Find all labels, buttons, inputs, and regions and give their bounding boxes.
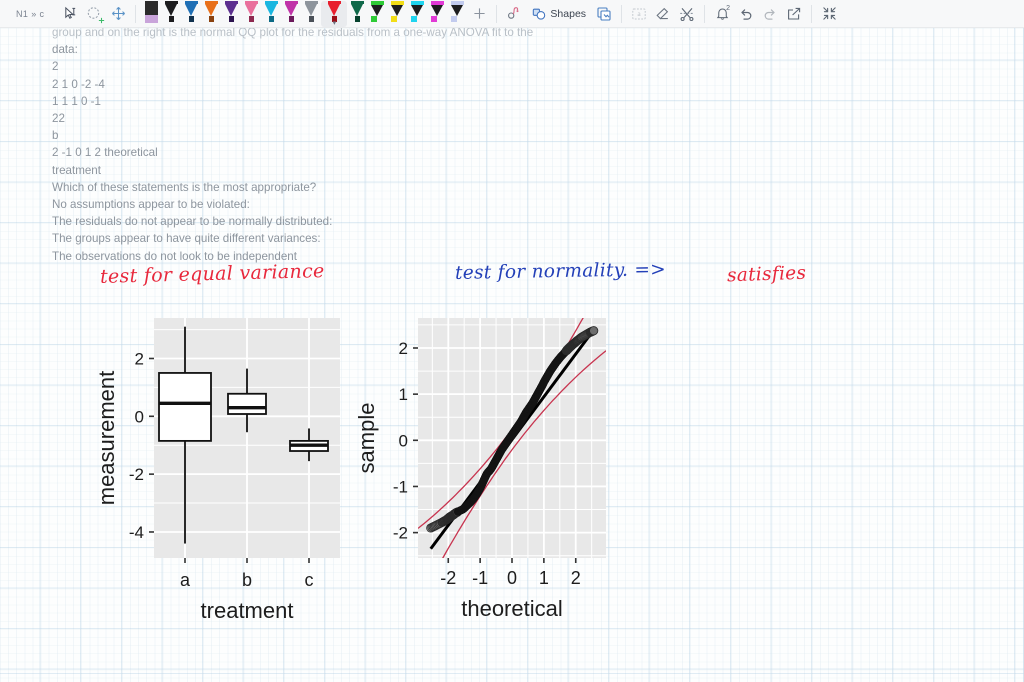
qq-ytick-label: 0 (399, 431, 408, 450)
pen-orange[interactable] (201, 0, 221, 27)
select-text-tool[interactable] (58, 2, 82, 26)
lasso-tool[interactable] (82, 2, 106, 26)
toolbar-divider-4 (704, 4, 706, 23)
pen-red[interactable]: ▾ (321, 0, 348, 27)
doc-line-13: The observations do not look to be indep… (52, 249, 297, 263)
highlighter-magenta[interactable] (427, 0, 447, 27)
qq-xtick-label: 2 (571, 568, 581, 588)
boxplot-ytick-label: 2 (135, 349, 144, 368)
undo-button[interactable] (734, 2, 758, 26)
boxplot-svg: 2 0 -2 -4 a b c treatment measurement (94, 318, 340, 623)
toolbar-divider-2 (496, 4, 498, 23)
box-iqr (158, 372, 212, 442)
pen-pink[interactable] (241, 0, 261, 27)
pen-black[interactable] (161, 0, 181, 27)
qq-xtick-label: 1 (539, 568, 549, 588)
doc-line-6: b (52, 129, 59, 143)
doc-line-1: data: (52, 43, 78, 57)
add-pen-button[interactable] (467, 2, 491, 26)
move-tool[interactable] (106, 2, 130, 26)
box-iqr (227, 392, 267, 415)
image-frame-tool[interactable] (592, 2, 616, 26)
shapes-label: Shapes (550, 7, 587, 20)
doc-line-8: treatment (52, 163, 101, 177)
scissors-tool[interactable] (675, 2, 699, 26)
highlighter-rack (367, 0, 467, 27)
toolbar-divider-3 (621, 4, 623, 23)
pen-magenta[interactable] (281, 0, 301, 27)
toolbar-divider-5 (811, 4, 813, 23)
share-button[interactable] (782, 2, 806, 26)
doc-line-7: 2 -1 0 1 2 theoretical (52, 146, 158, 160)
pen-deep-purple[interactable] (221, 0, 241, 27)
doc-line-12: The groups appear to have quite differen… (52, 232, 321, 246)
notification-badge: 2 (726, 4, 731, 12)
boxplot-xtick-label: b (242, 570, 252, 590)
notifications-button[interactable]: 2 (710, 2, 734, 26)
note-canvas[interactable]: group and on the right is the normal QQ … (0, 28, 1024, 682)
document-breadcrumb[interactable]: N1 » c (16, 9, 44, 19)
qq-ytick-label: 2 (399, 339, 408, 358)
boxplot-ylabel: measurement (94, 371, 119, 506)
highlighter-green[interactable] (367, 0, 387, 27)
highlighter-cyan[interactable] (407, 0, 427, 27)
qq-ytick-label: 1 (399, 385, 408, 404)
annotation-satisfies: satisfies (726, 262, 807, 287)
pen-blue[interactable] (181, 0, 201, 27)
doc-line-11: The residuals do not appear to be normal… (52, 215, 333, 229)
toolbar-divider-1 (135, 4, 137, 23)
doc-line-3: 2 1 0 -2 -4 (52, 77, 105, 91)
shapes-tool[interactable]: Shapes (526, 5, 592, 23)
pen-rack: ▾ (141, 0, 367, 27)
eraser-tool[interactable] (651, 2, 675, 26)
qq-data-point (589, 326, 599, 336)
boxplot-xtick-label: a (180, 570, 191, 590)
doc-line-9: Which of these statements is the most ap… (52, 180, 317, 194)
doc-line-4: 1 1 1 0 -1 (52, 94, 101, 108)
pen-gray[interactable] (301, 0, 321, 27)
qq-ytick-label: -1 (393, 477, 408, 496)
pen-lavender[interactable] (141, 0, 161, 27)
toolbar: N1 » c ▾ Shapes a 2 (0, 0, 1024, 28)
boxplot-xtick-label: c (305, 570, 314, 590)
sticker-tool[interactable] (502, 2, 526, 26)
app-root: N1 » c ▾ Shapes a 2 group and on the rig… (0, 0, 1024, 682)
pen-dark-green[interactable] (347, 0, 367, 27)
collapse-button[interactable] (817, 2, 841, 26)
doc-line-10: No assumptions appear to be violated: (52, 198, 250, 212)
qq-plot-svg: 2 1 0 -1 -2 -2 -1 0 1 2 theoretical sample (354, 318, 606, 621)
doc-line-5: 22 (52, 112, 65, 126)
boxplot-ytick-label: -4 (129, 523, 144, 542)
qq-xtick-label: -2 (440, 568, 456, 588)
boxplot-ytick-label: 0 (135, 407, 144, 426)
text-box-tool[interactable]: a (627, 2, 651, 26)
qq-xtick-label: -1 (472, 568, 488, 588)
boxplot-measurement-by-treatment: 2 0 -2 -4 a b c treatment measurement (92, 290, 357, 626)
redo-button[interactable] (758, 2, 782, 26)
qq-xlabel: theoretical (461, 596, 563, 621)
printed-text-block: group and on the right is the normal QQ … (52, 28, 533, 265)
doc-line-2: 2 (52, 60, 59, 74)
qq-ytick-label: -2 (393, 524, 408, 543)
boxplot-ytick-label: -2 (129, 465, 144, 484)
pen-cyan[interactable] (261, 0, 281, 27)
qq-xtick-label: 0 (507, 568, 517, 588)
boxplot-xlabel: treatment (201, 598, 294, 623)
highlighter-lavender[interactable] (447, 0, 467, 27)
qq-plot-residuals: 2 1 0 -1 -2 -2 -1 0 1 2 theoretical sample (348, 290, 628, 626)
highlighter-yellow[interactable] (387, 0, 407, 27)
doc-line-0: group and on the right is the normal QQ … (52, 28, 534, 39)
qq-ylabel: sample (354, 403, 379, 474)
